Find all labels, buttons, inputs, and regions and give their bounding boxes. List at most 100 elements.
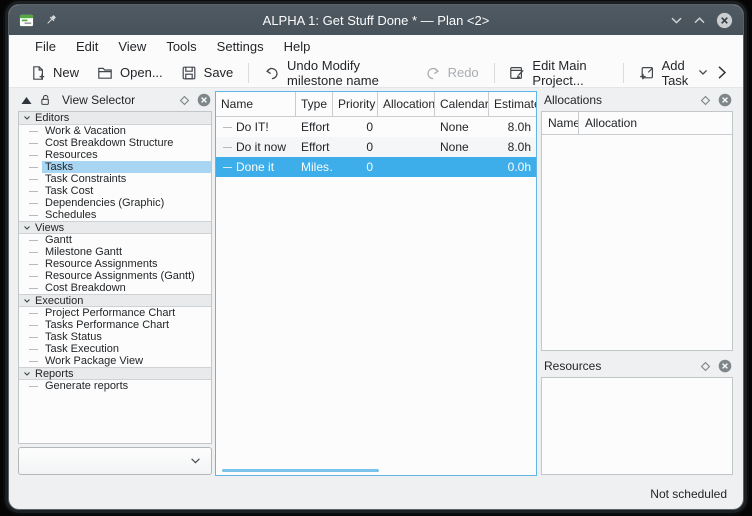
menu-settings[interactable]: Settings [207,37,274,56]
branch-line [29,167,38,168]
chevron-down-icon[interactable] [698,69,708,76]
table-row[interactable]: Do it now Effort 0 None 8.0h [216,137,536,157]
add-task-icon [639,65,655,81]
column-header-calendar[interactable]: Calendar [435,92,489,116]
titlebar[interactable]: ALPHA 1: Get Stuff Done * — Plan <2> [9,5,743,35]
branch-line [29,349,38,350]
allocations-dock: Allocations Name Allocation [540,91,734,351]
schedule-selector-combobox[interactable] [18,447,212,475]
column-header-allocation[interactable]: Allocation [579,112,732,134]
menu-view[interactable]: View [108,37,156,56]
float-diamond-icon[interactable] [700,95,711,106]
column-header-estimate[interactable]: Estimate [489,92,536,116]
tree-item[interactable]: Work Package View [19,355,211,367]
lock-icon[interactable] [38,93,52,107]
table-row[interactable]: Do IT! Effort 0 None 8.0h [216,117,536,137]
float-diamond-icon[interactable] [179,95,190,106]
collapse-triangle-icon[interactable] [17,96,32,105]
new-document-icon [30,65,46,81]
resources-header: Resources [540,357,734,375]
save-button-label: Save [204,65,234,80]
minimize-button[interactable] [670,16,683,25]
tree-item[interactable]: Tasks Performance Chart [19,319,211,331]
view-selector-tree: Editors Work & Vacation Cost Breakdown S… [18,111,212,444]
tree-group-label: Views [35,222,64,234]
undo-button-label: Undo Modify milestone name [287,58,407,88]
branch-line [29,313,38,314]
toolbar-overflow-button[interactable] [717,65,727,80]
tree-item[interactable]: Generate reports [19,380,211,392]
chevron-down-icon [190,457,201,465]
close-dock-icon[interactable] [718,93,732,107]
pin-icon[interactable] [43,13,58,28]
branch-line [29,276,38,277]
tree-item[interactable]: Task Constraints [19,173,211,185]
menu-tools[interactable]: Tools [156,37,206,56]
tree-item[interactable]: Project Performance Chart [19,307,211,319]
menu-edit[interactable]: Edit [66,37,108,56]
tree-group-editors[interactable]: Editors [19,112,211,125]
menu-file[interactable]: File [25,37,66,56]
save-button[interactable]: Save [172,60,243,86]
resources-dock: Resources [540,357,734,475]
chevron-down-icon [23,224,31,232]
column-header-name[interactable]: Name [216,92,296,116]
tree-item[interactable]: Resources [19,149,211,161]
undo-button[interactable]: Undo Modify milestone name [255,60,416,86]
edit-main-project-button[interactable]: Edit Main Project... [500,60,616,86]
toolbar: New Open... Save Undo Modify milestone n… [9,58,743,88]
tree-item[interactable]: Task Cost [19,185,211,197]
resources-list[interactable] [541,377,733,475]
tree-item[interactable]: Resource Assignments (Gantt) [19,270,211,282]
tree-item[interactable]: Task Status [19,331,211,343]
tree-group-views[interactable]: Views [19,221,211,234]
chevron-right-icon [717,65,727,80]
tree-item[interactable]: Gantt [19,234,211,246]
redo-button-label: Redo [448,65,479,80]
tree-group-label: Editors [35,112,69,124]
column-header-allocation[interactable]: Allocation [378,92,435,116]
allocations-table-header: Name Allocation [542,112,732,135]
column-header-name[interactable]: Name [542,112,579,134]
tree-group-reports[interactable]: Reports [19,367,211,380]
tree-item[interactable]: Milestone Gantt [19,246,211,258]
close-dock-icon[interactable] [718,359,732,373]
new-button[interactable]: New [21,60,88,86]
task-table-header: Name Type Priority Allocation Calendar E… [216,92,536,117]
branch-line [29,288,38,289]
view-selector-dock: View Selector Editors Work & Vacation Co… [17,91,213,475]
add-task-button[interactable]: Add Task [630,60,717,86]
toolbar-separator [248,63,249,83]
branch-line [223,127,232,128]
float-diamond-icon[interactable] [700,361,711,372]
tree-item[interactable]: Work & Vacation [19,125,211,137]
undo-icon [264,65,280,81]
horizontal-scrollbar-thumb[interactable] [222,469,379,472]
tree-item-selected[interactable]: Tasks [19,161,211,173]
chevron-down-icon [23,370,31,378]
branch-line [29,386,38,387]
branch-line [29,191,38,192]
close-dock-icon[interactable] [197,93,211,107]
maximize-button[interactable] [693,16,706,25]
close-button[interactable] [716,12,733,29]
tree-item[interactable]: Cost Breakdown Structure [19,137,211,149]
open-button[interactable]: Open... [88,60,172,86]
branch-line [29,264,38,265]
allocations-table: Name Allocation [541,111,733,351]
table-row-selected[interactable]: Done it Miles… 0 0.0h [216,157,536,177]
new-button-label: New [53,65,79,80]
tree-item[interactable]: Dependencies (Graphic) [19,197,211,209]
resources-title: Resources [540,359,601,373]
column-header-priority[interactable]: Priority [333,92,378,116]
tree-group-execution[interactable]: Execution [19,294,211,307]
tree-item[interactable]: Task Execution [19,343,211,355]
tree-item[interactable]: Cost Breakdown [19,282,211,294]
redo-button[interactable]: Redo [416,60,488,86]
menu-help[interactable]: Help [274,37,321,56]
column-header-type[interactable]: Type [296,92,333,116]
toolbar-separator [623,63,624,83]
tree-item[interactable]: Resource Assignments [19,258,211,270]
branch-line [29,143,38,144]
tree-item[interactable]: Schedules [19,209,211,221]
